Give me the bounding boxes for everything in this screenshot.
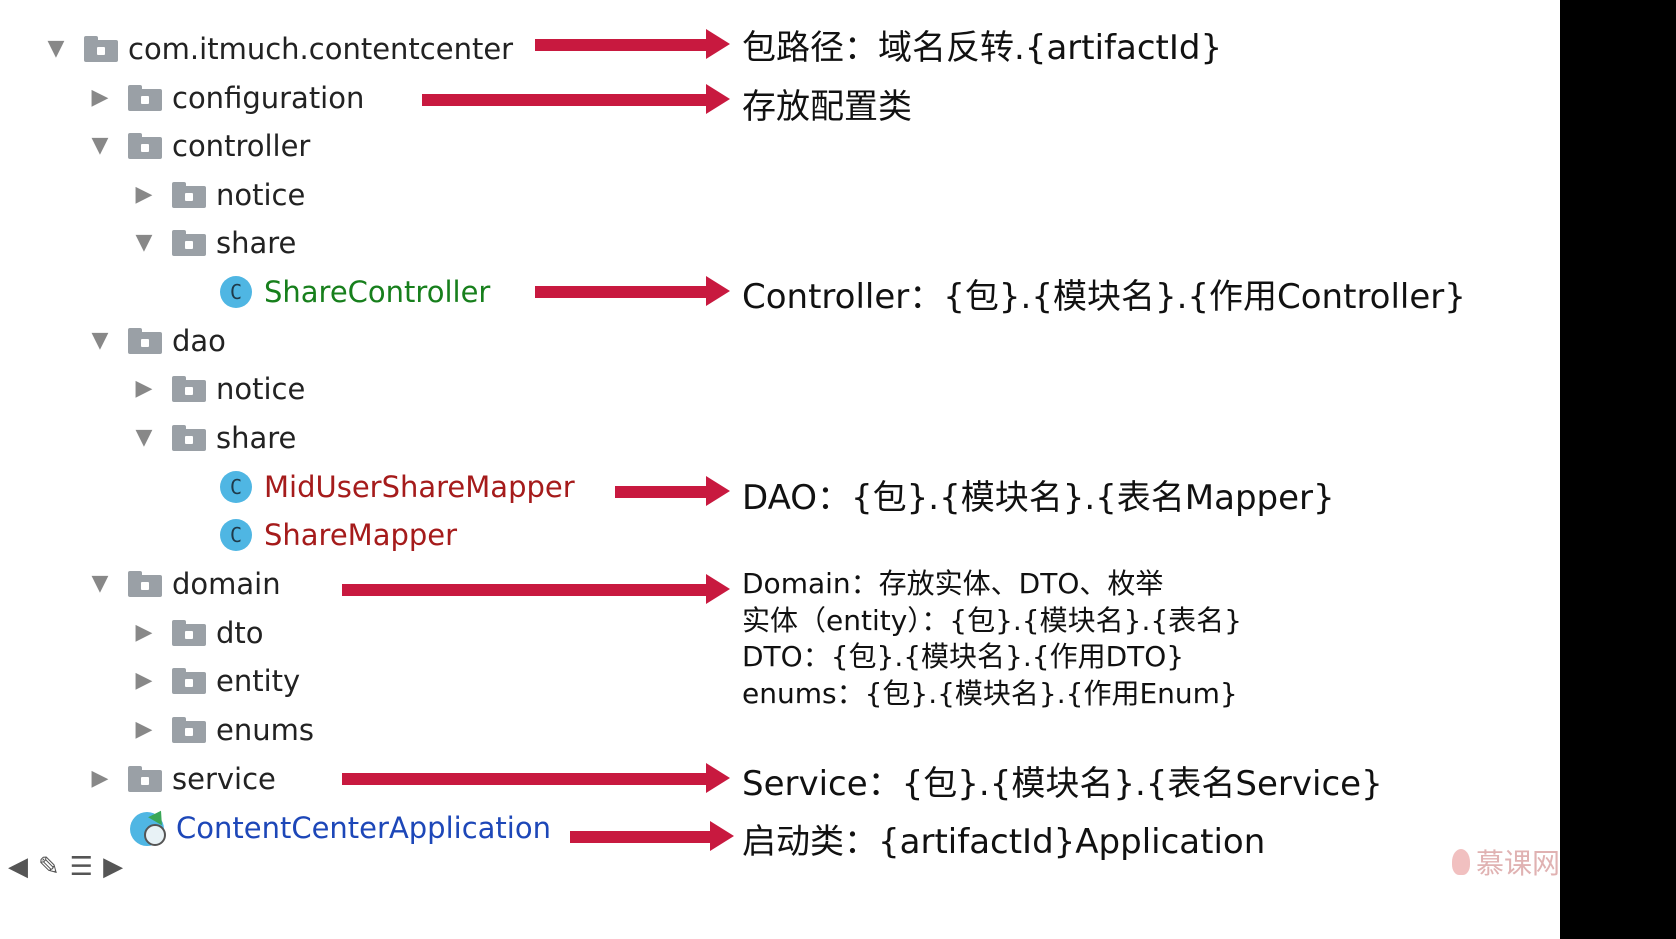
- annotation-domain-line-4: enums：{包}.{模块名}.{作用Enum}: [742, 677, 1238, 710]
- package-folder-icon: [172, 668, 206, 694]
- tree-item-label: ShareController: [264, 275, 491, 309]
- tree-item-label: ShareMapper: [264, 518, 458, 552]
- arrow-icon: [342, 763, 730, 793]
- spring-boot-app-icon: [130, 806, 168, 846]
- annotation-package-path: 包路径：域名反转.{artifactId}: [742, 28, 1223, 68]
- tree-row-controller-notice[interactable]: ▶ notice: [132, 173, 306, 217]
- collapsed-arrow-icon[interactable]: ▶: [88, 86, 112, 110]
- arrow-icon: [535, 29, 730, 59]
- tree-row-configuration[interactable]: ▶ configuration: [88, 76, 365, 120]
- previous-slide-icon[interactable]: ◀: [8, 852, 28, 882]
- tree-item-label: com.itmuch.contentcenter: [128, 32, 514, 66]
- flame-icon: [1452, 849, 1470, 875]
- arrow-icon: [570, 821, 734, 851]
- tree-row-dto[interactable]: ▶ dto: [132, 611, 264, 655]
- package-folder-icon: [84, 36, 118, 62]
- tree-row-enums[interactable]: ▶ enums: [132, 708, 314, 752]
- tree-row-share-controller[interactable]: C ShareController: [220, 270, 490, 314]
- annotation-domain-line-2: 实体（entity）：{包}.{模块名}.{表名}: [742, 604, 1242, 637]
- class-icon: C: [220, 471, 252, 503]
- tree-item-label: configuration: [172, 81, 365, 115]
- arrow-icon: [422, 84, 730, 114]
- tree-row-service[interactable]: ▶ service: [88, 757, 276, 801]
- class-icon: C: [220, 276, 252, 308]
- tree-item-label: MidUserShareMapper: [264, 470, 575, 504]
- package-folder-icon: [128, 85, 162, 111]
- package-folder-icon: [172, 230, 206, 256]
- tree-row-controller[interactable]: ▼ controller: [88, 124, 311, 168]
- tree-item-label: share: [216, 226, 297, 260]
- tree-item-label: entity: [216, 664, 301, 698]
- expanded-arrow-icon[interactable]: ▼: [88, 572, 112, 596]
- tree-item-label: share: [216, 421, 297, 455]
- collapsed-arrow-icon[interactable]: ▶: [132, 183, 156, 207]
- tree-row-domain[interactable]: ▼ domain: [88, 562, 281, 606]
- tree-item-label: service: [172, 762, 276, 796]
- tree-item-label: dao: [172, 324, 226, 358]
- presentation-toolbar: ◀ ✎ ☰ ▶: [8, 852, 123, 882]
- pen-icon[interactable]: ✎: [38, 852, 60, 882]
- package-folder-icon: [128, 766, 162, 792]
- tree-item-label: enums: [216, 713, 314, 747]
- annotation-dao: DAO：{包}.{模块名}.{表名Mapper}: [742, 478, 1335, 518]
- collapsed-arrow-icon[interactable]: ▶: [132, 621, 156, 645]
- tree-item-label: dto: [216, 616, 264, 650]
- tree-item-label: notice: [216, 178, 306, 212]
- watermark-logo: 慕课网: [1452, 842, 1560, 882]
- slide: ▼ com.itmuch.contentcenter ▶ configurati…: [0, 0, 1560, 939]
- arrow-icon: [342, 574, 730, 604]
- collapsed-arrow-icon[interactable]: ▶: [132, 669, 156, 693]
- tree-item-label: notice: [216, 372, 306, 406]
- arrow-icon: [535, 276, 730, 306]
- collapsed-arrow-icon[interactable]: ▶: [132, 377, 156, 401]
- expanded-arrow-icon[interactable]: ▼: [132, 231, 156, 255]
- package-folder-icon: [172, 620, 206, 646]
- class-icon: C: [220, 519, 252, 551]
- package-folder-icon: [172, 182, 206, 208]
- notes-icon[interactable]: ☰: [70, 852, 93, 882]
- tree-item-label: domain: [172, 567, 281, 601]
- annotation-service: Service：{包}.{模块名}.{表名Service}: [742, 764, 1383, 804]
- tree-row-dao[interactable]: ▼ dao: [88, 319, 226, 363]
- tree-row-dao-share[interactable]: ▼ share: [132, 416, 297, 460]
- tree-row-content-center-application[interactable]: ContentCenterApplication: [130, 806, 551, 850]
- package-folder-icon: [128, 328, 162, 354]
- annotation-domain-line-3: DTO：{包}.{模块名}.{作用DTO}: [742, 640, 1185, 673]
- tree-row-share-mapper[interactable]: C ShareMapper: [220, 513, 457, 557]
- tree-row-dao-notice[interactable]: ▶ notice: [132, 367, 306, 411]
- watermark-text: 慕课网: [1476, 847, 1560, 880]
- expanded-arrow-icon[interactable]: ▼: [88, 134, 112, 158]
- annotation-configuration: 存放配置类: [742, 87, 912, 127]
- annotation-domain-line-1: Domain：存放实体、DTO、枚举: [742, 567, 1164, 600]
- package-folder-icon: [128, 133, 162, 159]
- tree-row-mid-user-share-mapper[interactable]: C MidUserShareMapper: [220, 465, 575, 509]
- next-slide-icon[interactable]: ▶: [103, 852, 123, 882]
- expanded-arrow-icon[interactable]: ▼: [132, 426, 156, 450]
- tree-row-entity[interactable]: ▶ entity: [132, 659, 301, 703]
- annotation-application: 启动类：{artifactId}Application: [742, 822, 1266, 862]
- tree-item-label: controller: [172, 129, 311, 163]
- arrow-icon: [615, 476, 730, 506]
- tree-item-label: ContentCenterApplication: [176, 811, 551, 845]
- expanded-arrow-icon[interactable]: ▼: [44, 37, 68, 61]
- collapsed-arrow-icon[interactable]: ▶: [88, 767, 112, 791]
- annotation-controller: Controller：{包}.{模块名}.{作用Controller}: [742, 277, 1466, 317]
- package-folder-icon: [172, 717, 206, 743]
- package-folder-icon: [172, 376, 206, 402]
- package-folder-icon: [172, 425, 206, 451]
- package-folder-icon: [128, 571, 162, 597]
- tree-row-root[interactable]: ▼ com.itmuch.contentcenter: [44, 27, 514, 71]
- expanded-arrow-icon[interactable]: ▼: [88, 329, 112, 353]
- tree-row-controller-share[interactable]: ▼ share: [132, 221, 297, 265]
- collapsed-arrow-icon[interactable]: ▶: [132, 718, 156, 742]
